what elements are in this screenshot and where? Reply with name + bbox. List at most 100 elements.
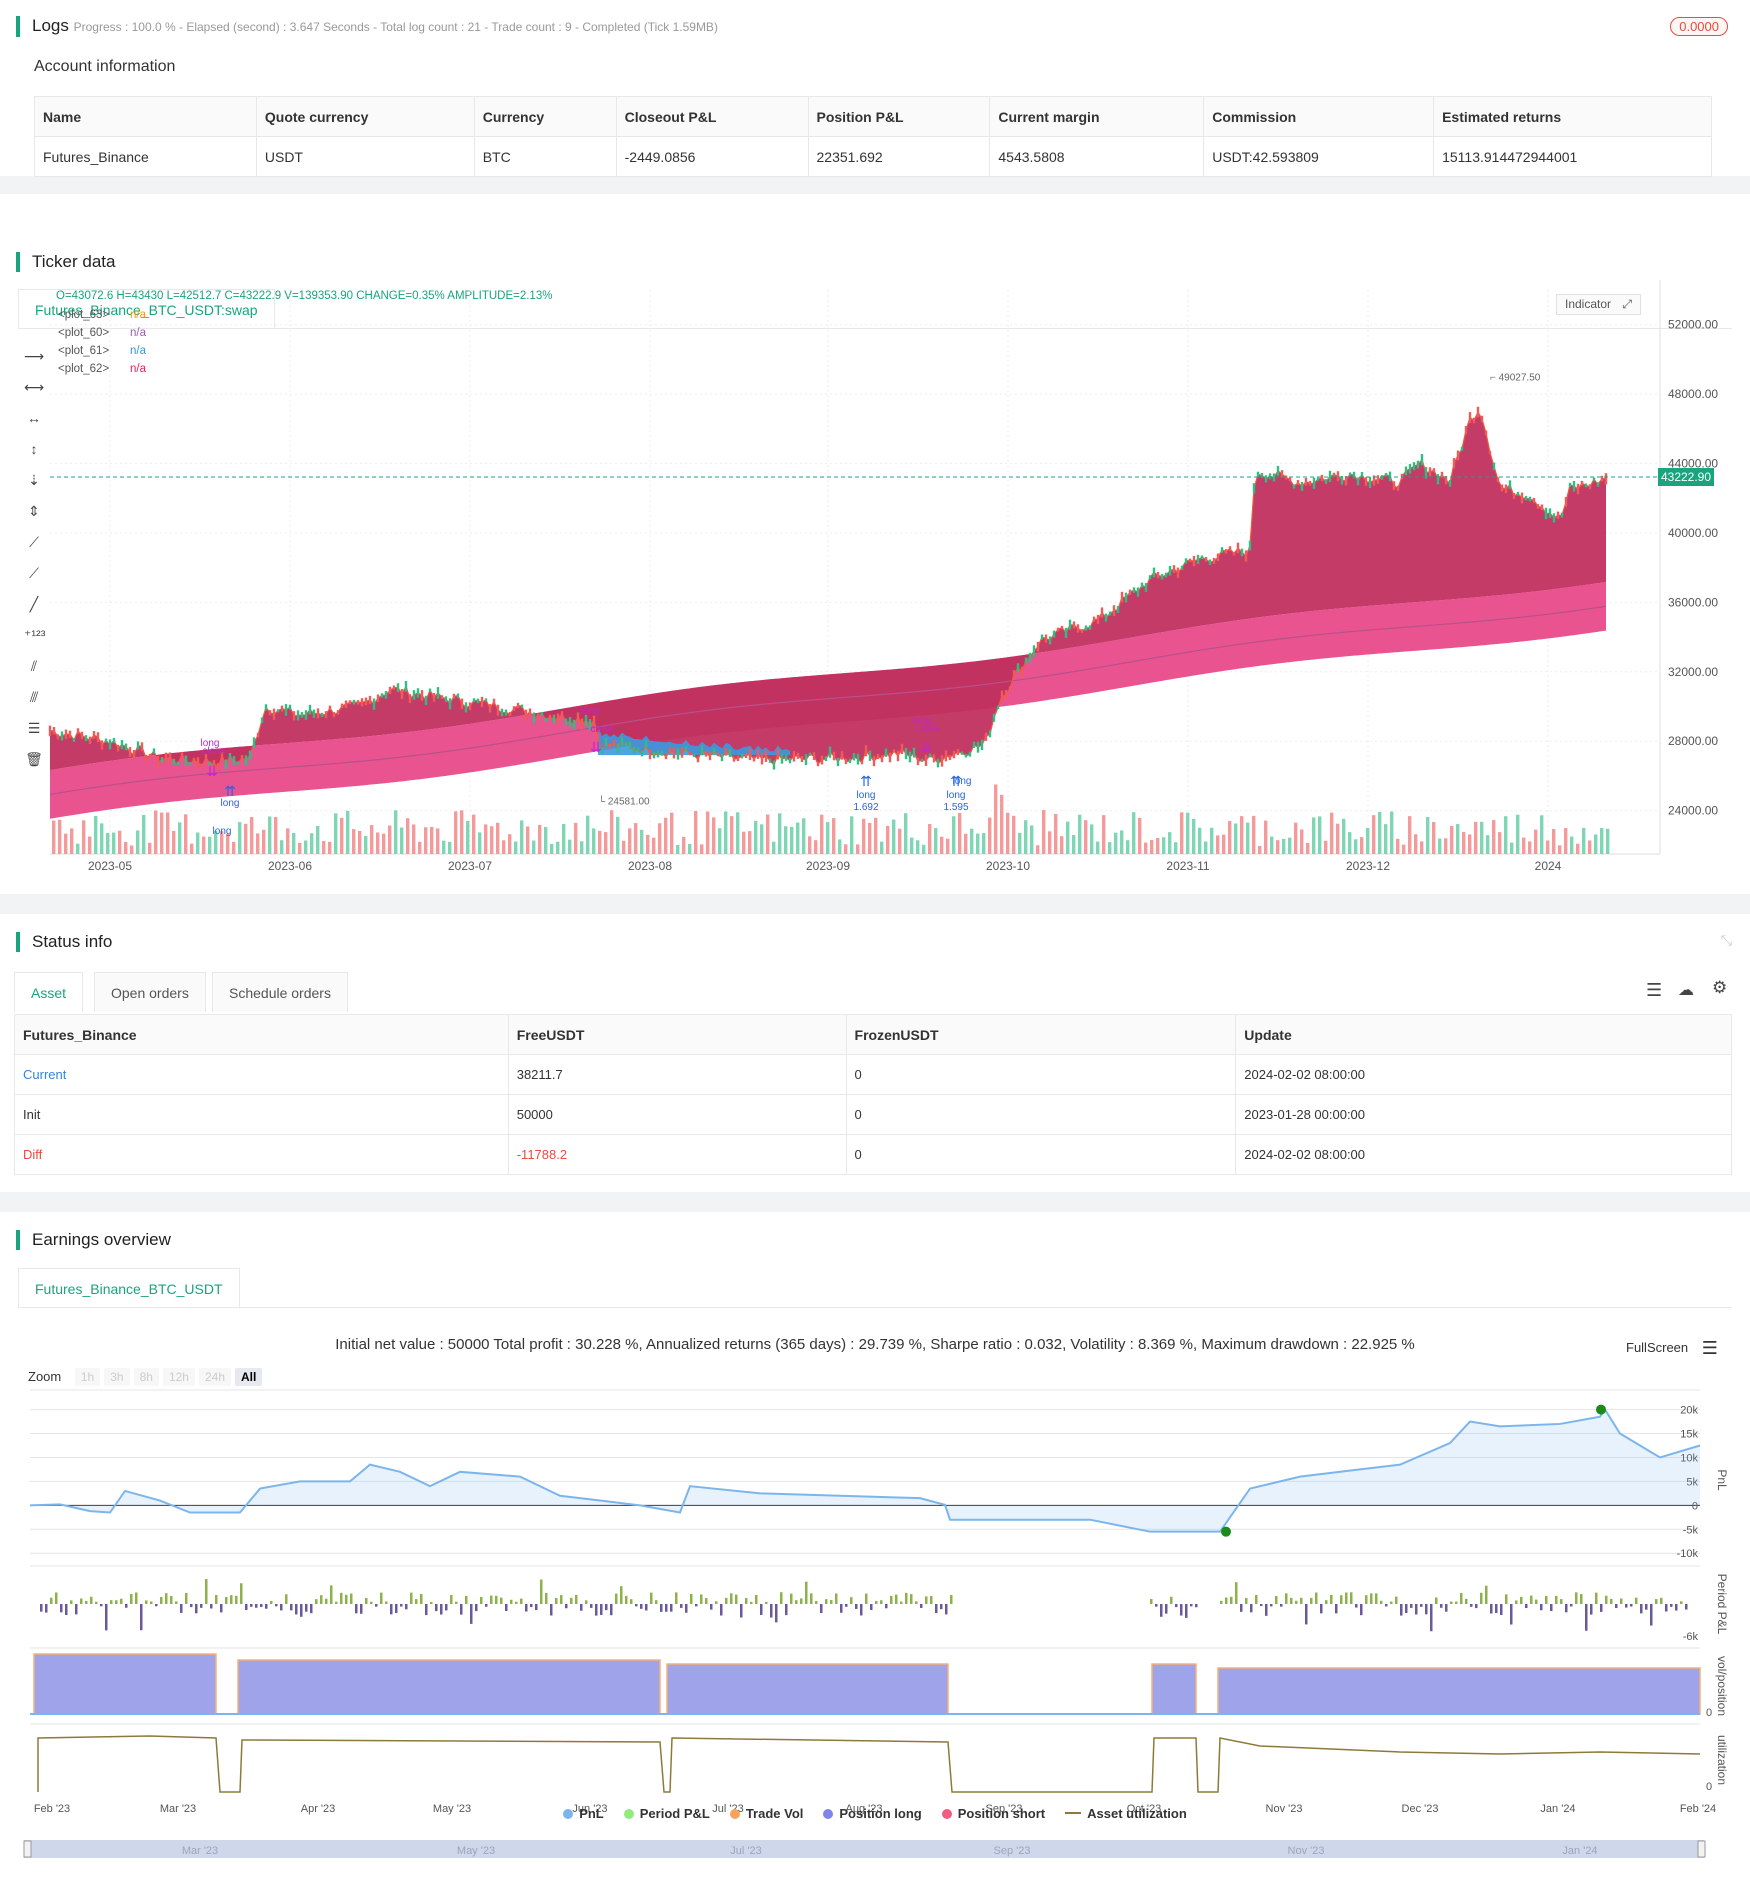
volume-bar [100, 823, 104, 854]
candle [1376, 475, 1380, 484]
period-pnl-bar [250, 1604, 253, 1607]
period-pnl-bar [1570, 1604, 1573, 1607]
volume-bar [1396, 838, 1400, 854]
period-pnl-bar [535, 1604, 538, 1611]
navigator-handle[interactable] [23, 1840, 32, 1858]
candle [840, 751, 844, 760]
period-pnl-bar [640, 1604, 643, 1609]
period-pnl-bar [1655, 1599, 1658, 1604]
candle [1140, 582, 1144, 588]
low-marker-label: └ 24581.00 [598, 795, 650, 808]
period-pnl-bar [1625, 1604, 1628, 1608]
legend-item[interactable]: Position short [941, 1806, 1045, 1821]
candle [1220, 547, 1224, 553]
candle [1228, 546, 1232, 552]
volume-bar [808, 836, 812, 854]
candle [680, 747, 684, 758]
candle [344, 700, 348, 708]
volume-bar [280, 840, 284, 854]
tab-open-orders[interactable]: Open orders [94, 972, 206, 1012]
navigator-range[interactable] [24, 1840, 1704, 1858]
candle [804, 754, 808, 766]
volume-bar [988, 817, 992, 854]
volume-bar [694, 810, 698, 854]
volume-bar [724, 811, 728, 854]
candle [348, 700, 352, 705]
candle [876, 754, 880, 760]
legend-item[interactable]: PnL [563, 1806, 604, 1821]
period-pnl-bar [1470, 1604, 1473, 1607]
legend-item[interactable]: Trade Vol [729, 1806, 804, 1821]
navigator-handle[interactable] [1697, 1840, 1706, 1858]
cloud-download-icon[interactable]: ☁ [1678, 980, 1694, 1000]
candle [1048, 636, 1052, 645]
candle [1332, 472, 1336, 477]
period-pnl-bar [1500, 1604, 1503, 1616]
volume-bar [622, 840, 626, 854]
candle [868, 750, 872, 761]
volume-bar [502, 840, 506, 854]
pnl-tick-label: 15k [1680, 1429, 1698, 1441]
candle [1584, 483, 1588, 488]
candle [120, 740, 124, 750]
candle [1084, 625, 1088, 631]
candle [1504, 484, 1508, 494]
trade-annotation: close [202, 746, 226, 757]
candle [1496, 477, 1500, 483]
period-pnl-bar [1245, 1597, 1248, 1604]
candle [76, 728, 80, 734]
asset-cell: 50000 [507, 1094, 847, 1135]
candle [496, 704, 500, 716]
candle [880, 755, 884, 763]
tab-schedule-orders[interactable]: Schedule orders [212, 972, 348, 1012]
period-pnl-bar [370, 1601, 373, 1604]
candle [372, 698, 376, 710]
legend-item-label: Trade Vol [745, 1806, 804, 1821]
volume-bar [982, 833, 986, 854]
period-pnl-bar [85, 1600, 88, 1604]
legend-item[interactable]: Position long [823, 1806, 922, 1821]
volume-bar [928, 823, 932, 854]
period-pnl-bar [195, 1604, 198, 1614]
collapse-icon[interactable]: ⤡ [1721, 932, 1732, 949]
volume-bar [784, 826, 788, 854]
candle [1272, 473, 1276, 482]
candle [56, 734, 60, 740]
tab-asset[interactable]: Asset [14, 972, 84, 1012]
legend-item[interactable]: Asset utilization [1065, 1806, 1187, 1821]
period-pnl-bar [1380, 1600, 1383, 1604]
position-long-block [33, 1653, 217, 1715]
candle [392, 685, 396, 690]
volume-bar [112, 832, 116, 854]
y-tick-label: 40000.00 [1668, 526, 1718, 540]
asset-cell[interactable]: Diff [14, 1134, 509, 1175]
period-pnl-bar [1640, 1604, 1643, 1614]
candle [1568, 482, 1572, 487]
list-icon[interactable]: ☰ [1646, 980, 1662, 1001]
volume-bar [1576, 843, 1580, 854]
volume-bar [838, 839, 842, 854]
volume-bar [196, 832, 200, 854]
volume-bar [886, 825, 890, 854]
legend-item[interactable]: Period P&L [623, 1806, 710, 1821]
candle [244, 755, 248, 765]
period-pnl-bar [295, 1604, 298, 1615]
volume-bar [1564, 828, 1568, 854]
volume-bar [772, 841, 776, 854]
candle [524, 709, 528, 721]
candle [1032, 645, 1036, 657]
period-pnl-bar [765, 1601, 768, 1604]
candle [768, 758, 772, 763]
period-pnl-bar [1580, 1594, 1583, 1604]
volume-bar [190, 843, 194, 854]
candle [1248, 540, 1252, 551]
candle [64, 729, 68, 739]
volume-bar [82, 820, 86, 854]
period-pnl-bar [525, 1604, 528, 1612]
gear-icon[interactable]: ⚙ [1712, 978, 1727, 998]
volume-bar [1414, 834, 1418, 854]
period-pnl-bar [915, 1601, 918, 1604]
candle [504, 709, 508, 716]
candle [936, 758, 940, 768]
asset-cell[interactable]: Current [14, 1054, 509, 1095]
